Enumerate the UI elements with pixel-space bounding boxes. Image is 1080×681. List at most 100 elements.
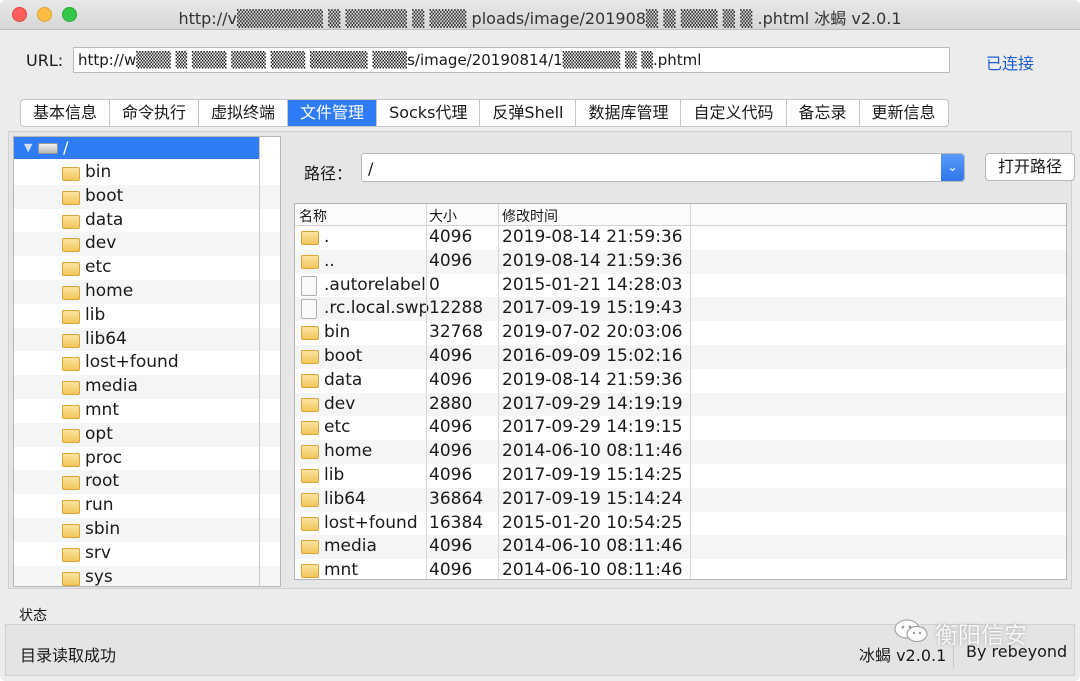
table-row[interactable]: etc 4096 2017-09-29 14:19:15 bbox=[295, 416, 1066, 440]
tree-divider bbox=[259, 137, 260, 586]
tree-item-lib[interactable]: lib bbox=[14, 303, 280, 328]
cell-size: 2880 bbox=[429, 393, 473, 414]
folder-icon bbox=[301, 540, 319, 555]
tree-item-proc[interactable]: proc bbox=[14, 446, 280, 471]
table-row[interactable]: lib64 36864 2017-09-19 15:14:24 bbox=[295, 487, 1066, 512]
column-header-size[interactable]: 大小 bbox=[429, 206, 457, 226]
tree-item-bin[interactable]: bin bbox=[14, 161, 280, 185]
tree-item-label: sbin bbox=[85, 518, 121, 539]
tab-basic-info[interactable]: 基本信息 bbox=[21, 100, 111, 126]
folder-icon bbox=[301, 254, 319, 269]
table-row[interactable]: media 4096 2014-06-10 08:11:46 bbox=[295, 535, 1066, 560]
column-divider bbox=[690, 204, 691, 579]
app-window: http://v▒▒▒▒▒▒▒ ▒ ▒▒▒▒▒ ▒ ▒▒▒ ploads/ima… bbox=[0, 0, 1080, 681]
directory-tree[interactable]: ▼ / bin boot data dev etc home lib lib64 lost+fo… bbox=[13, 136, 281, 587]
tree-item-etc[interactable]: etc bbox=[14, 256, 280, 280]
table-row[interactable]: boot 4096 2016-09-09 15:02:16 bbox=[295, 345, 1066, 369]
folder-icon bbox=[62, 333, 80, 348]
tree-root-node[interactable]: ▼ / bbox=[14, 137, 259, 159]
tree-item-label: srv bbox=[85, 542, 111, 563]
tree-item-label: run bbox=[85, 495, 114, 516]
path-value: / bbox=[368, 159, 374, 178]
tree-item-root[interactable]: root bbox=[14, 470, 280, 495]
file-icon bbox=[301, 275, 317, 296]
tab-command-exec[interactable]: 命令执行 bbox=[110, 100, 200, 126]
cell-modified: 2017-09-29 14:19:15 bbox=[502, 417, 683, 438]
tree-item-home[interactable]: home bbox=[14, 279, 280, 304]
table-row[interactable]: lost+found 16384 2015-01-20 10:54:25 bbox=[295, 512, 1066, 536]
table-row[interactable]: .autorelabel 0 2015-01-21 14:28:03 bbox=[295, 274, 1066, 298]
table-row[interactable]: data 4096 2019-08-14 21:59:36 bbox=[295, 369, 1066, 393]
tree-item-run[interactable]: run bbox=[14, 494, 280, 518]
tree-item-mnt[interactable]: mnt bbox=[14, 398, 280, 423]
folder-icon bbox=[62, 309, 80, 324]
tree-item-opt[interactable]: opt bbox=[14, 422, 280, 447]
folder-icon bbox=[62, 238, 80, 253]
url-label: URL: bbox=[26, 51, 64, 70]
tab-socks-proxy[interactable]: Socks代理 bbox=[377, 100, 481, 126]
table-row[interactable]: home 4096 2014-06-10 08:11:46 bbox=[295, 440, 1066, 464]
column-divider bbox=[426, 204, 427, 579]
cell-size: 4096 bbox=[429, 465, 473, 485]
folder-icon bbox=[62, 476, 80, 491]
cell-modified: 2017-09-19 15:19:43 bbox=[502, 298, 683, 319]
folder-icon bbox=[301, 445, 319, 460]
tree-item-dev[interactable]: dev bbox=[14, 232, 280, 257]
tree-item-sbin[interactable]: sbin bbox=[14, 517, 280, 542]
cell-name: .autorelabel bbox=[324, 274, 426, 295]
tree-item-srv[interactable]: srv bbox=[14, 541, 280, 566]
cell-name: lib bbox=[324, 465, 345, 485]
cell-name: data bbox=[324, 369, 363, 390]
folder-icon bbox=[62, 357, 80, 372]
cell-size: 4096 bbox=[429, 536, 473, 557]
cell-name: . bbox=[324, 227, 330, 247]
tree-item-data[interactable]: data bbox=[14, 208, 280, 233]
tab-reverse-shell[interactable]: 反弹Shell bbox=[480, 100, 577, 126]
expand-arrow-icon[interactable]: ▼ bbox=[24, 137, 32, 159]
tab-virtual-terminal[interactable]: 虚拟终端 bbox=[199, 100, 289, 126]
tree-item-label: proc bbox=[85, 447, 123, 468]
path-combobox[interactable]: / ⌄ bbox=[361, 153, 965, 182]
table-row[interactable]: .. 4096 2019-08-14 21:59:36 bbox=[295, 249, 1066, 274]
tab-memo[interactable]: 备忘录 bbox=[787, 100, 860, 126]
folder-icon bbox=[301, 373, 319, 388]
table-row[interactable]: bin 32768 2019-07-02 20:03:06 bbox=[295, 321, 1066, 345]
table-row[interactable]: mnt 4096 2014-06-10 08:11:46 bbox=[295, 559, 1066, 579]
column-header-name[interactable]: 名称 bbox=[299, 206, 327, 226]
status-message: 目录读取成功 bbox=[20, 646, 117, 665]
tree-item-lost-found[interactable]: lost+found bbox=[14, 351, 280, 376]
table-row[interactable]: . 4096 2019-08-14 21:59:36 bbox=[295, 226, 1066, 250]
table-row[interactable]: .rc.local.swp 12288 2017-09-19 15:19:43 bbox=[295, 297, 1066, 322]
cell-modified: 2019-08-14 21:59:36 bbox=[502, 250, 683, 271]
tree-item-media[interactable]: media bbox=[14, 375, 280, 399]
folder-icon bbox=[62, 523, 80, 538]
tree-root-label: / bbox=[63, 138, 69, 157]
tree-item-boot[interactable]: boot bbox=[14, 184, 280, 209]
folder-icon bbox=[301, 326, 319, 341]
url-field[interactable] bbox=[73, 47, 950, 73]
cell-name: .. bbox=[324, 250, 335, 271]
tab-update-info[interactable]: 更新信息 bbox=[860, 100, 948, 126]
cell-modified: 2014-06-10 08:11:46 bbox=[502, 536, 683, 557]
tab-database-manager[interactable]: 数据库管理 bbox=[576, 100, 682, 126]
cell-name: lost+found bbox=[324, 512, 418, 533]
column-header-modified[interactable]: 修改时间 bbox=[502, 206, 558, 226]
folder-icon bbox=[301, 421, 319, 436]
tab-custom-code[interactable]: 自定义代码 bbox=[681, 100, 787, 126]
open-path-button[interactable]: 打开路径 bbox=[985, 153, 1075, 181]
tree-item-sys[interactable]: sys bbox=[14, 565, 280, 586]
table-row[interactable]: lib 4096 2017-09-19 15:14:25 bbox=[295, 464, 1066, 488]
tree-item-label: home bbox=[85, 280, 134, 301]
cell-size: 4096 bbox=[429, 227, 473, 247]
folder-icon bbox=[301, 231, 319, 245]
folder-icon bbox=[62, 428, 80, 443]
tree-item-lib64[interactable]: lib64 bbox=[14, 327, 280, 352]
table-row[interactable]: dev 2880 2017-09-29 14:19:19 bbox=[295, 392, 1066, 417]
folder-icon bbox=[62, 262, 80, 277]
connection-status[interactable]: 已连接 bbox=[986, 50, 1034, 74]
cell-modified: 2017-09-19 15:14:25 bbox=[502, 465, 683, 485]
cell-name: lib64 bbox=[324, 488, 366, 509]
chevron-down-icon[interactable]: ⌄ bbox=[941, 154, 964, 181]
tab-file-manager[interactable]: 文件管理 bbox=[288, 100, 378, 126]
folder-icon bbox=[62, 285, 80, 300]
